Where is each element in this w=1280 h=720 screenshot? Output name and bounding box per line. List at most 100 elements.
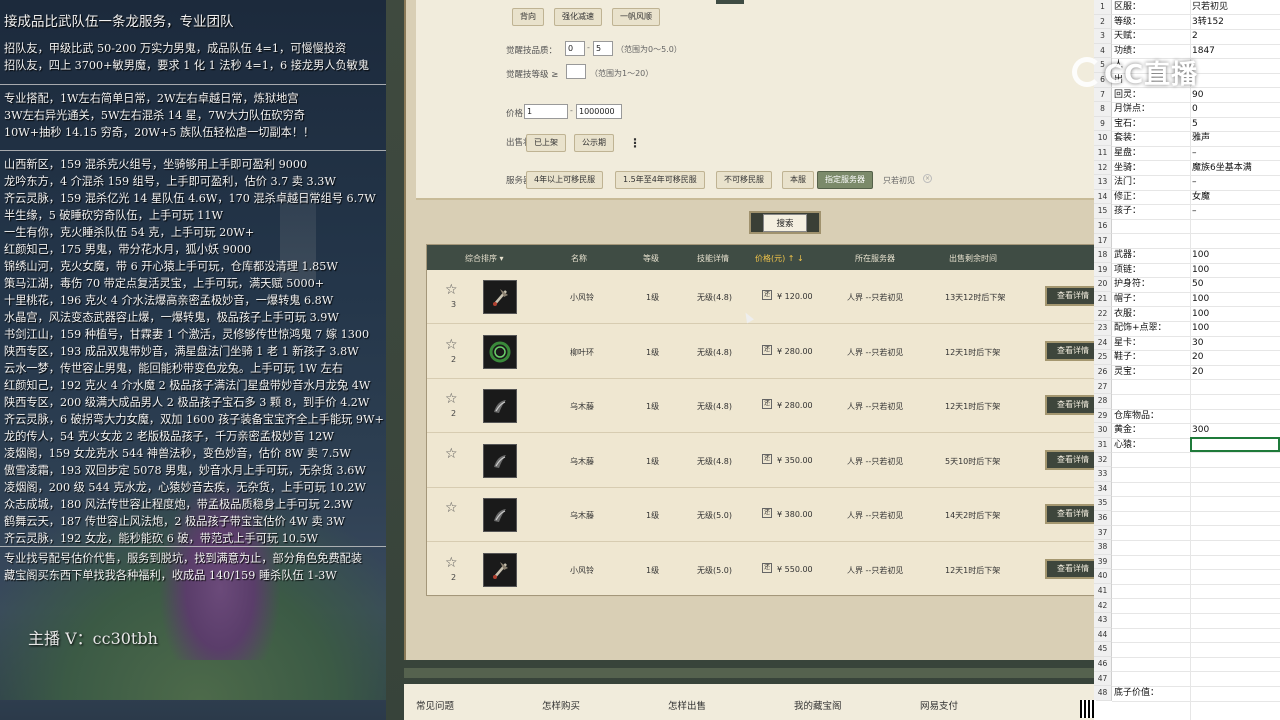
sheet-cell-label[interactable]: 月饼点：	[1114, 102, 1190, 117]
row-number[interactable]: 23	[1094, 321, 1112, 336]
row-number[interactable]: 24	[1094, 335, 1112, 351]
table-row[interactable]: ☆ 2 小风铃 1级 无级(5.0) 还 ¥ 550.00 人界 --只若初见 12天1时后下架…	[427, 543, 1101, 597]
row-number[interactable]: 46	[1094, 657, 1112, 672]
sheet-cell-label[interactable]: 星盘：	[1114, 146, 1190, 161]
view-details-button[interactable]: 查看详情	[1045, 558, 1101, 579]
sheet-cell-label[interactable]: 孩子：	[1114, 204, 1190, 219]
sheet-cell-label[interactable]: 坐骑：	[1114, 161, 1190, 176]
status-chip-listed[interactable]: 已上架	[526, 134, 566, 152]
sheet-cell-label[interactable]	[1114, 394, 1190, 409]
more-options-icon[interactable]: ⋮	[629, 136, 641, 150]
sheet-cell-value[interactable]: 魔族6坐基本满	[1192, 161, 1280, 176]
sheet-cell-label[interactable]	[1114, 657, 1190, 672]
row-number[interactable]: 30	[1094, 423, 1112, 438]
row-number[interactable]: 28	[1094, 394, 1112, 409]
row-number[interactable]: 12	[1094, 160, 1112, 176]
server-chip-this[interactable]: 本服	[782, 171, 814, 189]
sheet-cell-value[interactable]	[1192, 686, 1280, 701]
sheet-cell-value[interactable]	[1192, 526, 1280, 541]
sheet-cell-value[interactable]: –	[1192, 204, 1280, 219]
sheet-cell-value[interactable]: 100	[1192, 292, 1280, 307]
favorite-star-icon[interactable]: ☆	[445, 500, 458, 516]
skill-chip-back[interactable]: 背向	[512, 8, 544, 26]
sheet-cell-label[interactable]	[1114, 482, 1190, 497]
view-details-button[interactable]: 查看详情	[1045, 286, 1101, 306]
nav-faq[interactable]: 常见问题	[416, 698, 454, 712]
sheet-cell-value[interactable]	[1192, 613, 1280, 628]
favorite-star-icon[interactable]: ☆	[445, 446, 458, 462]
favorite-star-icon[interactable]: ☆	[445, 282, 458, 298]
sheet-cell-label[interactable]	[1114, 599, 1190, 614]
row-number[interactable]: 39	[1094, 554, 1112, 570]
nav-netease-pay[interactable]: 网易支付	[920, 698, 958, 712]
sheet-cell-label[interactable]: 宝石：	[1114, 117, 1190, 132]
row-number[interactable]: 2	[1094, 14, 1112, 30]
sheet-cell-value[interactable]: 雅声	[1192, 131, 1280, 146]
view-details-button[interactable]: 查看详情	[1045, 395, 1101, 415]
sheet-cell-label[interactable]: 护身符：	[1114, 277, 1190, 292]
table-row[interactable]: ☆ 3 小风铃 1级 无级(4.8) 还 ¥ 120.00 人界 --只若初见 13天12时后下…	[427, 270, 1101, 324]
table-row[interactable]: ☆ 2 柳叶环 1级 无级(4.8) 还 ¥ 280.00 人界 --只若初见 12天1时后下架…	[427, 325, 1101, 379]
sheet-cell-value[interactable]	[1192, 394, 1280, 409]
sheet-cell-label[interactable]: 等级：	[1114, 15, 1190, 30]
sheet-cell-label[interactable]	[1114, 453, 1190, 468]
sheet-cell-label[interactable]	[1114, 467, 1190, 482]
favorite-star-icon[interactable]: ☆	[445, 555, 458, 571]
sheet-cell-value[interactable]: 100	[1192, 248, 1280, 263]
row-number[interactable]: 43	[1094, 613, 1112, 628]
sheet-cell-value[interactable]: 5	[1192, 117, 1280, 132]
row-number[interactable]: 44	[1094, 627, 1112, 643]
status-chip-public[interactable]: 公示期	[574, 134, 614, 152]
sheet-cell-label[interactable]	[1114, 613, 1190, 628]
row-number[interactable]: 45	[1094, 642, 1112, 657]
row-number[interactable]: 15	[1094, 204, 1112, 219]
view-details-button[interactable]: 查看详情	[1045, 340, 1101, 361]
row-number[interactable]: 38	[1094, 540, 1112, 555]
sheet-cell-value[interactable]	[1192, 467, 1280, 482]
sheet-cell-value[interactable]	[1192, 599, 1280, 614]
price-max-input[interactable]: 1000000	[576, 104, 622, 119]
sheet-cell-label[interactable]	[1114, 642, 1190, 657]
sheet-cell-value[interactable]	[1192, 584, 1280, 599]
sheet-cell-label[interactable]: 区服：	[1114, 0, 1190, 15]
server-chip-specified[interactable]: 指定服务器	[817, 171, 873, 189]
sheet-cell-value[interactable]: 100	[1192, 263, 1280, 278]
awaken-quality-min-input[interactable]: 0	[565, 41, 585, 56]
sheet-cell-value[interactable]: 100	[1192, 321, 1280, 336]
sheet-cell-value[interactable]: 2	[1192, 29, 1280, 44]
sheet-cell-value[interactable]	[1192, 555, 1280, 570]
sheet-cell-value[interactable]: 0	[1192, 102, 1280, 117]
sheet-cell-value[interactable]: 20	[1192, 365, 1280, 380]
row-number[interactable]: 19	[1094, 262, 1112, 278]
sheet-cell-value[interactable]: –	[1192, 175, 1280, 190]
row-number[interactable]: 8	[1094, 102, 1112, 117]
sheet-cell-label[interactable]	[1114, 496, 1190, 511]
nav-how-to-buy[interactable]: 怎样购买	[542, 698, 580, 712]
row-number[interactable]: 10	[1094, 131, 1112, 146]
row-number[interactable]: 40	[1094, 569, 1112, 584]
sheet-cell-label[interactable]	[1114, 628, 1190, 643]
sheet-cell-value[interactable]: 300	[1192, 423, 1280, 438]
row-number[interactable]: 37	[1094, 525, 1112, 541]
row-number[interactable]: 13	[1094, 175, 1112, 190]
row-number[interactable]: 16	[1094, 219, 1112, 234]
clear-server-icon[interactable]: ×	[923, 174, 932, 183]
sheet-cell-value[interactable]	[1192, 380, 1280, 395]
sheet-cell-label[interactable]: 仓库物品：	[1114, 409, 1190, 424]
sheet-cell-label[interactable]	[1114, 555, 1190, 570]
sheet-cell-label[interactable]: 衣服：	[1114, 307, 1190, 322]
row-number[interactable]: 32	[1094, 452, 1112, 468]
sheet-cell-value[interactable]	[1192, 657, 1280, 672]
row-number[interactable]: 26	[1094, 365, 1112, 380]
row-number[interactable]: 27	[1094, 379, 1112, 395]
row-number[interactable]: 9	[1094, 116, 1112, 132]
ring-icon[interactable]	[483, 334, 517, 369]
price-min-input[interactable]: 1	[524, 104, 568, 119]
vine-icon[interactable]	[483, 389, 517, 423]
row-number[interactable]: 29	[1094, 408, 1112, 424]
row-number[interactable]: 20	[1094, 277, 1112, 292]
sheet-cell-value[interactable]	[1192, 642, 1280, 657]
nav-how-to-sell[interactable]: 怎样出售	[668, 698, 706, 712]
sheet-cell-value[interactable]: 女魔	[1192, 190, 1280, 205]
row-number[interactable]: 22	[1094, 306, 1112, 322]
